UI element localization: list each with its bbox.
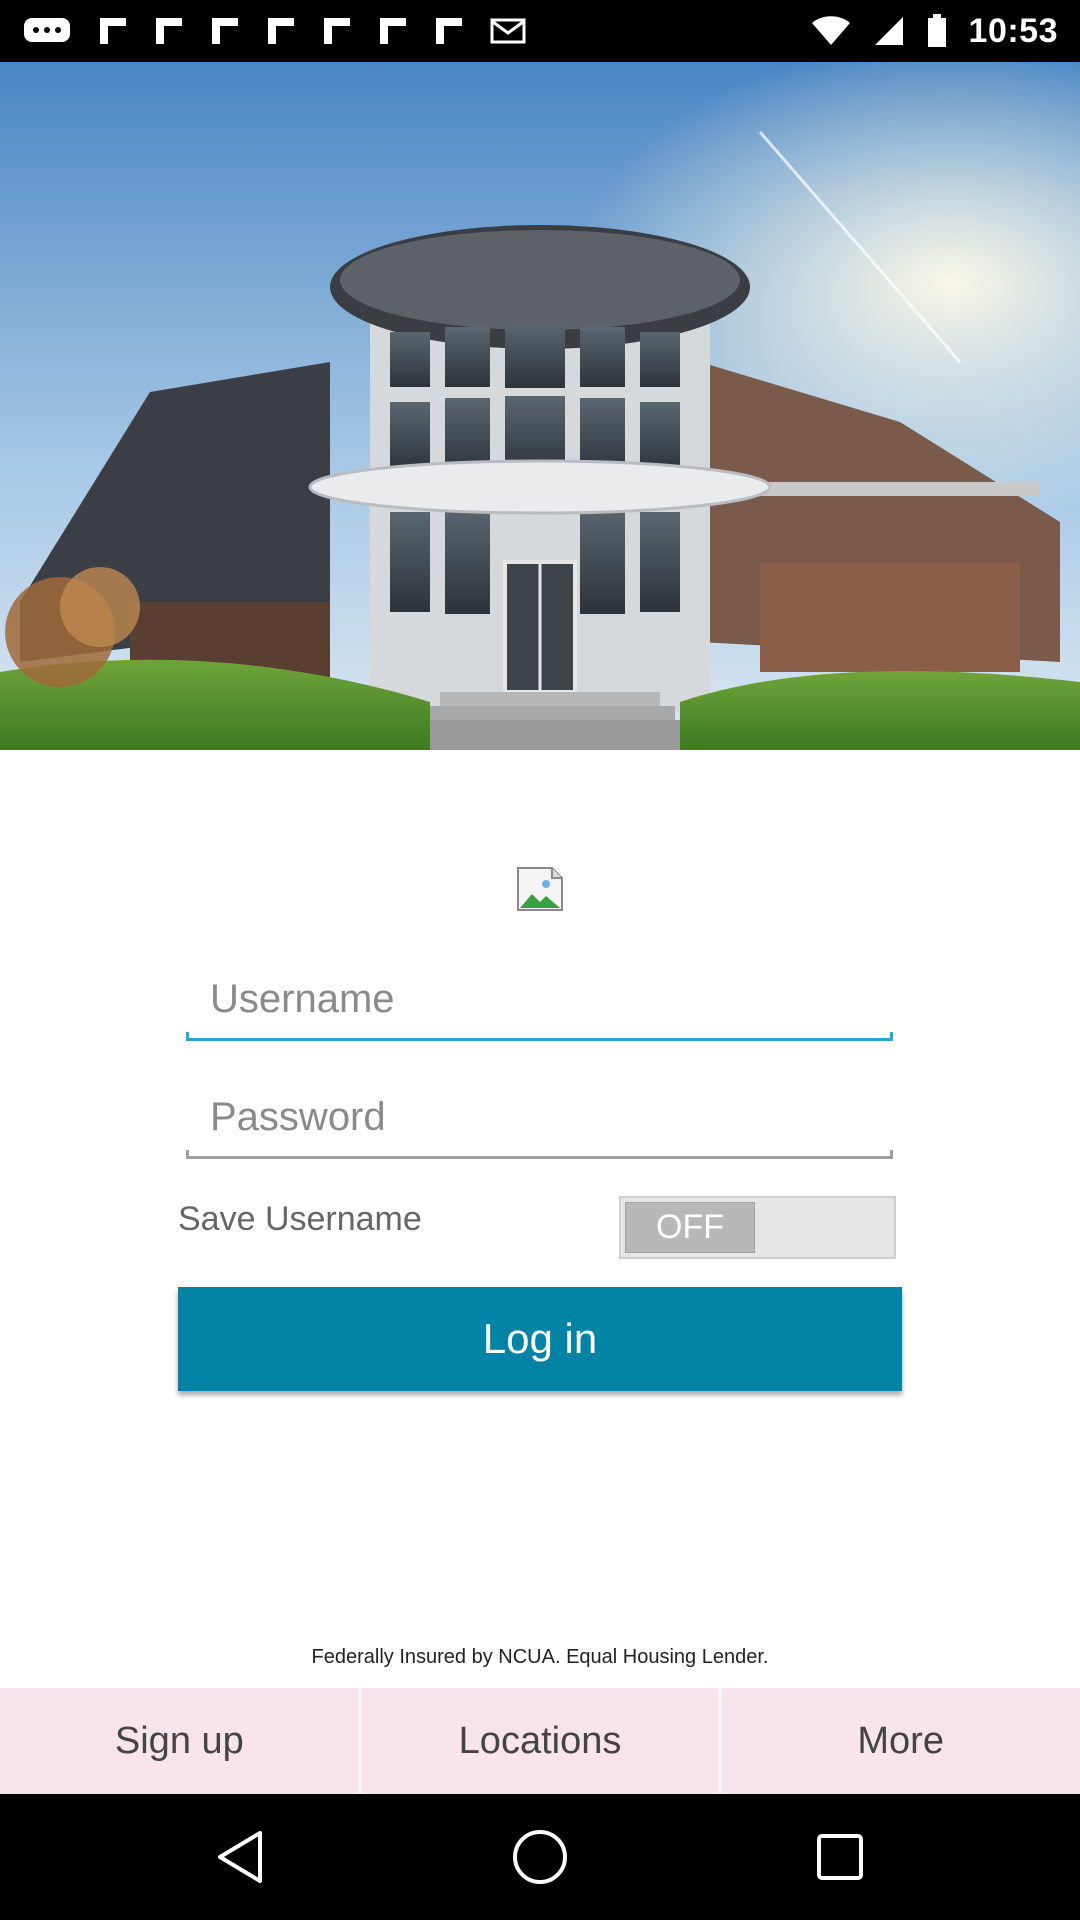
flipboard-icon xyxy=(380,18,406,44)
flipboard-icon xyxy=(324,18,350,44)
tab-locations[interactable]: Locations xyxy=(358,1688,720,1794)
password-input[interactable] xyxy=(186,1079,893,1159)
flipboard-icon xyxy=(212,18,238,44)
broken-image-icon xyxy=(517,867,563,911)
building-photo xyxy=(0,62,1080,750)
password-underline xyxy=(186,1150,893,1159)
username-field xyxy=(186,961,893,1041)
flipboard-icon xyxy=(100,18,126,44)
back-triangle-icon xyxy=(218,1831,262,1883)
insurance-notice: Federally Insured by NCUA. Equal Housing… xyxy=(311,1646,769,1668)
status-bar: 10:53 xyxy=(0,0,1080,62)
wifi-icon xyxy=(811,16,850,45)
status-time: 10:53 xyxy=(968,11,1058,50)
tab-sign-up[interactable]: Sign up xyxy=(0,1688,359,1794)
flipboard-icon xyxy=(156,18,182,44)
bottom-tab-bar: Sign up Locations More xyxy=(0,1688,1080,1794)
system-nav-bar xyxy=(0,1794,1080,1920)
nav-recents-button[interactable] xyxy=(800,1817,880,1897)
nav-back-button[interactable] xyxy=(200,1817,280,1897)
notification-icons xyxy=(22,16,526,46)
username-input[interactable] xyxy=(186,961,893,1041)
flipboard-icon xyxy=(436,18,462,44)
hero-photo xyxy=(0,62,1080,750)
tab-more[interactable]: More xyxy=(719,1688,1080,1794)
password-field xyxy=(186,1079,893,1159)
home-circle-icon xyxy=(513,1830,567,1884)
flipboard-icon xyxy=(268,18,294,44)
messages-icon xyxy=(24,18,70,42)
login-button[interactable]: Log in xyxy=(178,1287,902,1391)
nav-home-button[interactable] xyxy=(500,1817,580,1897)
save-username-toggle[interactable]: OFF xyxy=(619,1196,896,1259)
login-screen: 10:53 Username Save Username OFF Log in … xyxy=(0,0,1080,1920)
battery-icon xyxy=(927,14,946,47)
username-underline xyxy=(186,1032,893,1041)
toggle-state-label: OFF xyxy=(625,1202,755,1253)
signal-icon xyxy=(874,17,903,45)
mail-icon xyxy=(490,18,526,44)
recents-square-icon xyxy=(817,1834,863,1880)
save-username-label: Save Username xyxy=(178,1200,422,1238)
